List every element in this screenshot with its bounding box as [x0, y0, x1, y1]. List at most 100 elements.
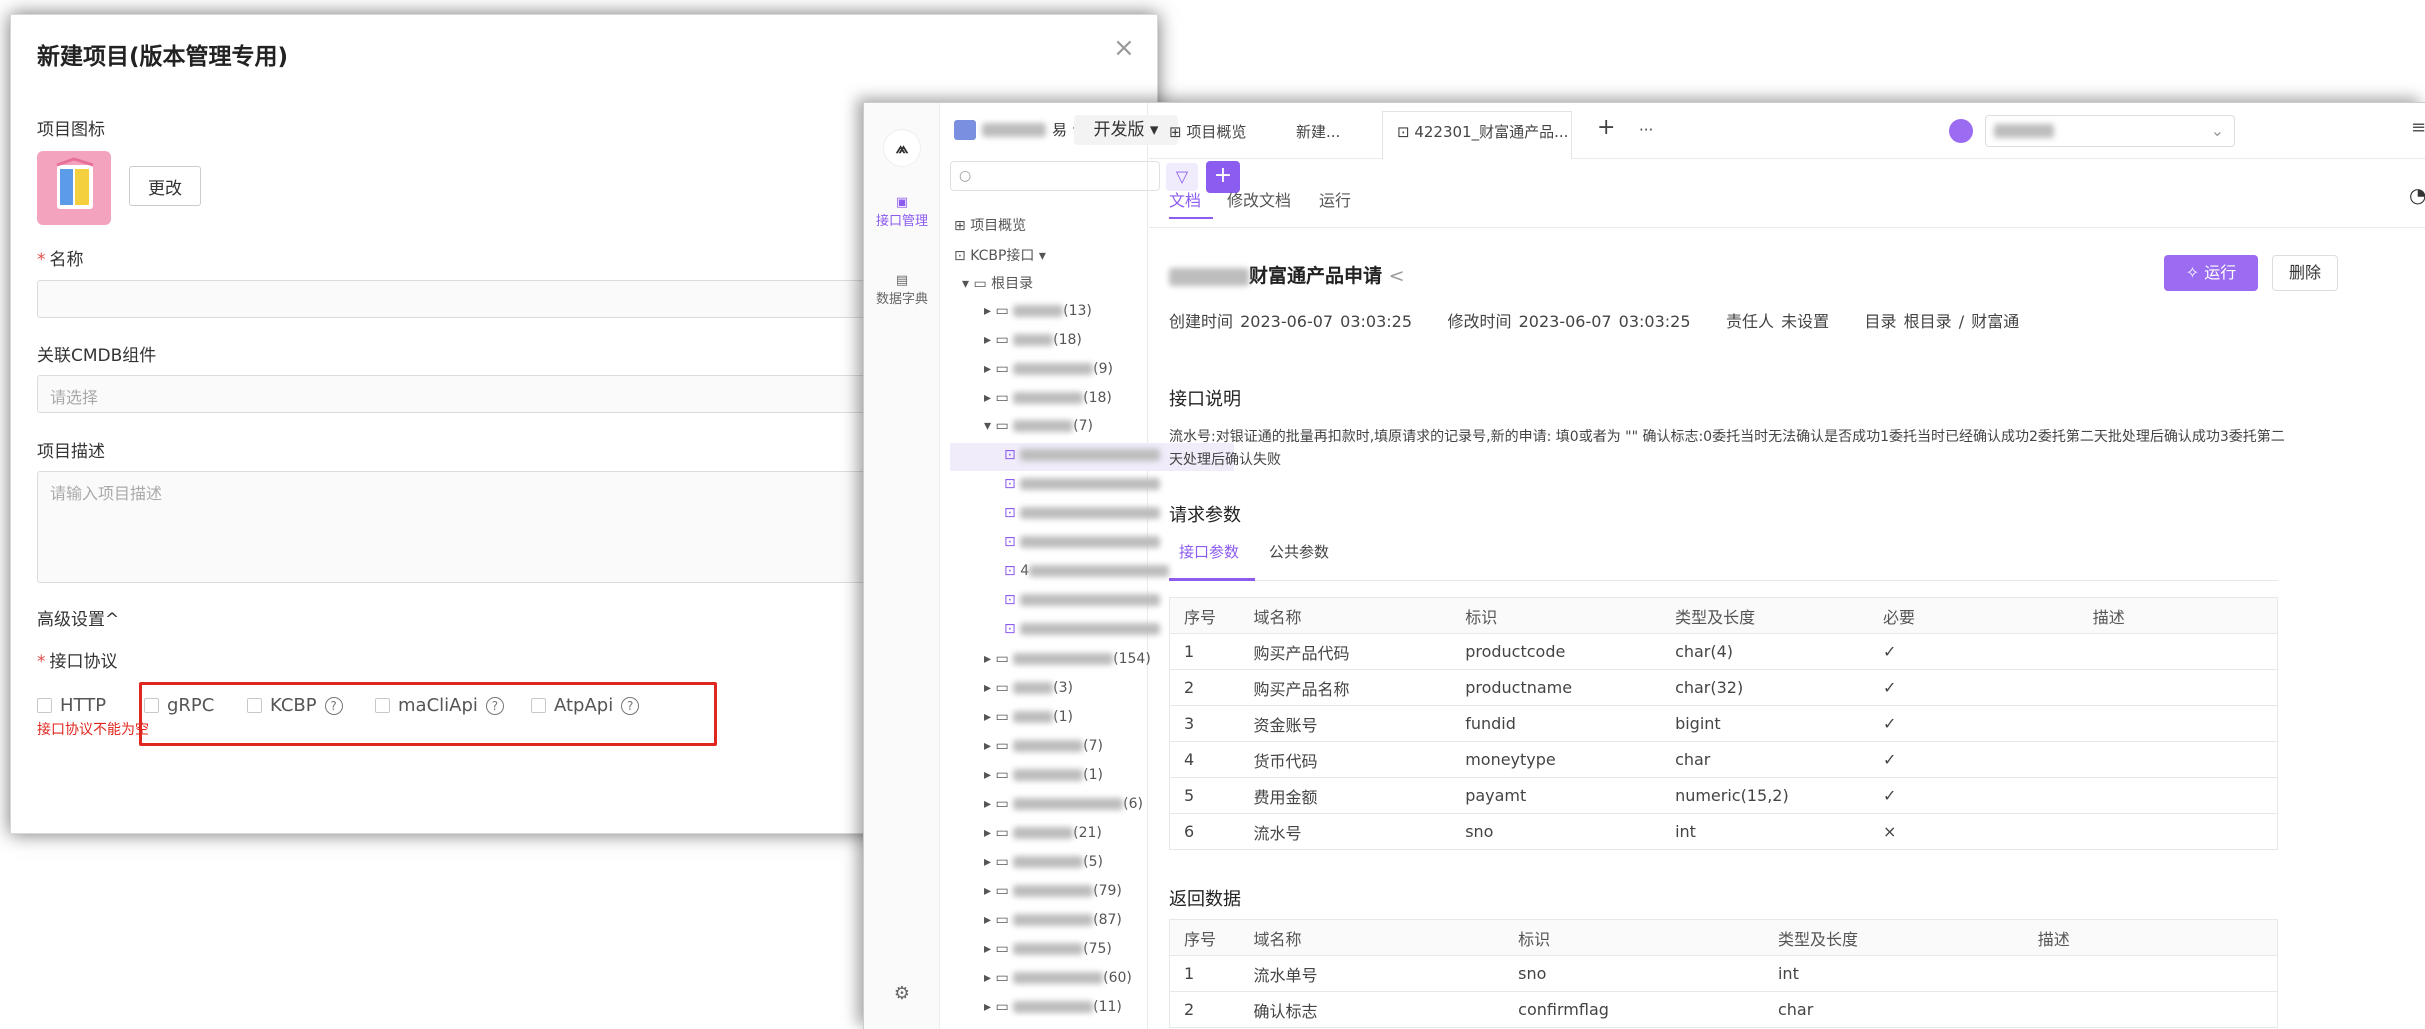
tree-api-item[interactable]: ⊡ [1004, 447, 1161, 463]
more-tabs-button[interactable]: ··· [1639, 121, 1653, 139]
tree-folder[interactable]: ▸ ▭ (21) [984, 825, 1102, 841]
table-row: 2 确认标志 confirmflag char [1169, 991, 2278, 1028]
table-cell: 2 [1169, 669, 1240, 706]
tree-folder[interactable]: ▸ ▭ (1) [984, 767, 1103, 783]
table-cell: 流水单号 [1239, 955, 1505, 992]
table-header: 序号 [1169, 919, 1240, 956]
tree-folder[interactable]: ▸ ▭ (3) [984, 680, 1073, 696]
tree-api-item[interactable]: ⊡ [1004, 476, 1161, 492]
project-icon [954, 119, 976, 140]
table-header: 描述 [2023, 919, 2278, 956]
user-select[interactable]: ⌄ [1985, 115, 2235, 147]
table-cell: bigint [1661, 705, 1869, 742]
folder-count: (60) [1103, 970, 1132, 986]
tree-folder[interactable]: ▸ ▭ (75) [984, 941, 1112, 957]
table-cell: 购买产品代码 [1239, 633, 1452, 670]
tree-folder[interactable]: ▸ ▭ (13) [984, 303, 1092, 319]
table-cell: char(32) [1661, 669, 1869, 706]
tree-folder[interactable]: ▾ ▭ (7) [984, 418, 1093, 434]
tree-folder[interactable]: ▸ ▭ (18) [984, 332, 1082, 348]
api-item-icon: ⊡ [1004, 563, 1016, 579]
folder-count: (7) [1073, 418, 1093, 434]
folder-count: (21) [1073, 825, 1102, 841]
table-cell [2023, 991, 2278, 1028]
tree-folder[interactable]: ▸ ▭ (1) [984, 709, 1073, 725]
table-cell: sno [1504, 955, 1764, 992]
tree-folder[interactable]: ▸ ▭ (6) [984, 796, 1143, 812]
api-item-icon: ⊡ [1004, 447, 1016, 463]
dialog-title: 新建项目(版本管理专用) [37, 44, 289, 70]
tree-folder[interactable]: ▸ ▭ (18) [984, 390, 1112, 406]
tree-api-item[interactable]: ⊡ 4 [1004, 563, 1170, 579]
run-button[interactable]: ✧ 运行 [2164, 255, 2258, 291]
project-selector[interactable]: 易▾ [954, 119, 1081, 140]
table-cell: 2 [1169, 991, 1240, 1028]
tree-root[interactable]: ▾ ▭ 根目录 [962, 273, 1033, 293]
avatar[interactable] [1949, 119, 1973, 143]
change-icon-button[interactable]: 更改 [129, 166, 201, 206]
nav-api-management[interactable]: ▣ 接口管理 [864, 195, 940, 229]
tab-new[interactable]: 新建... [1296, 121, 1340, 142]
tab-common-params[interactable]: 公共参数 [1269, 541, 1329, 562]
menu-icon[interactable]: ≡ [2411, 117, 2425, 138]
tree-folder[interactable]: ▸ ▭ (87) [984, 912, 1122, 928]
settings-icon[interactable]: ⚙ [864, 983, 940, 1004]
item-prefix: 4 [1020, 563, 1030, 579]
tree-folder[interactable]: ▸ ▭ (5) [984, 854, 1103, 870]
table-header: 域名称 [1239, 919, 1505, 956]
nav-data-dictionary[interactable]: ▤ 数据字典 [864, 273, 940, 307]
project-icon-label: 项目图标 [37, 120, 105, 140]
api-management-app: ⩕ ▣接口管理 ▤数据字典 ⚙ 易▾ 开发版 ▾ ○ ▽ + ⊞ 项目概览 ⊡ … [863, 102, 2425, 1029]
tree-folder[interactable]: ▸ ▭ (11) [984, 999, 1122, 1015]
api-doc-panel: ⊞ 项目概览 新建... ⊡ 422301_财富通产品... + ··· ⌄ ≡… [1149, 103, 2425, 1029]
subtab-edit[interactable]: 修改文档 [1227, 187, 1291, 211]
api-item-icon: ⊡ [1004, 592, 1016, 608]
tree-api-item[interactable]: ⊡ [1004, 592, 1161, 608]
tree-project-overview[interactable]: ⊞ 项目概览 [954, 215, 1026, 235]
tree-api-item[interactable]: ⊡ [1004, 621, 1161, 637]
tab-project-overview[interactable]: ⊞ 项目概览 [1169, 121, 1246, 142]
history-icon[interactable]: ◔ [2409, 183, 2425, 207]
folder-count: (1) [1053, 709, 1073, 725]
api-item-icon: ⊡ [1004, 621, 1016, 637]
folder-count: (154) [1113, 651, 1151, 667]
tree-folder[interactable]: ▸ ▭ (9) [984, 361, 1113, 377]
api-item-icon: ⊡ [1004, 476, 1016, 492]
table-cell: 5 [1169, 777, 1240, 814]
close-icon[interactable]: × [1113, 33, 1135, 63]
new-tab-button[interactable]: + [1597, 115, 1615, 140]
tab-api-params[interactable]: 接口参数 [1179, 541, 1239, 562]
search-input[interactable]: ○ [950, 161, 1160, 191]
table-row: 6 流水号 sno int × [1169, 813, 2278, 850]
api-tree-panel: 易▾ 开发版 ▾ ○ ▽ + ⊞ 项目概览 ⊡ KCBP接口 ▾ ▾ ▭ 根目录… [940, 103, 1240, 1029]
protocol-http[interactable]: HTTP [37, 695, 106, 716]
delete-button[interactable]: 删除 [2272, 255, 2338, 291]
tree-api-item[interactable]: ⊡ [1004, 534, 1161, 550]
subtab-indicator [1169, 217, 1213, 219]
chevron-down-icon: ⌄ [2210, 121, 2224, 140]
table-cell: 资金账号 [1239, 705, 1452, 742]
logo-icon: ⩕ [883, 129, 921, 167]
tree-kcbp[interactable]: ⊡ KCBP接口 ▾ [954, 245, 1046, 265]
tree-folder[interactable]: ▸ ▭ (154) [984, 651, 1151, 667]
tree-folder[interactable]: ▸ ▭ (60) [984, 970, 1132, 986]
table-cell [2078, 669, 2278, 706]
table-cell: fundid [1451, 705, 1662, 742]
subtab-run[interactable]: 运行 [1319, 187, 1351, 211]
table-cell: sno [1451, 813, 1662, 850]
checkbox-icon[interactable] [37, 698, 52, 713]
tab-active-api[interactable]: ⊡ 422301_财富通产品... [1397, 121, 1568, 142]
table-cell: 确认标志 [1239, 991, 1505, 1028]
table-cell: ✓ [1868, 777, 2079, 814]
advanced-settings-toggle[interactable]: 高级设置^ [37, 605, 119, 630]
api-icon: ▣ [895, 195, 909, 210]
params-tab-indicator [1169, 578, 1255, 581]
tree-folder[interactable]: ▸ ▭ (79) [984, 883, 1122, 899]
subtab-doc[interactable]: 文档 [1169, 187, 1201, 211]
tree-api-item[interactable]: ⊡ [1004, 505, 1161, 521]
tree-folder[interactable]: ▸ ▭ (7) [984, 738, 1103, 754]
share-icon[interactable]: < [1389, 265, 1405, 287]
table-cell: char [1661, 741, 1869, 778]
table-cell: × [1868, 813, 2079, 850]
api-desc-title: 接口说明 [1169, 389, 1241, 410]
